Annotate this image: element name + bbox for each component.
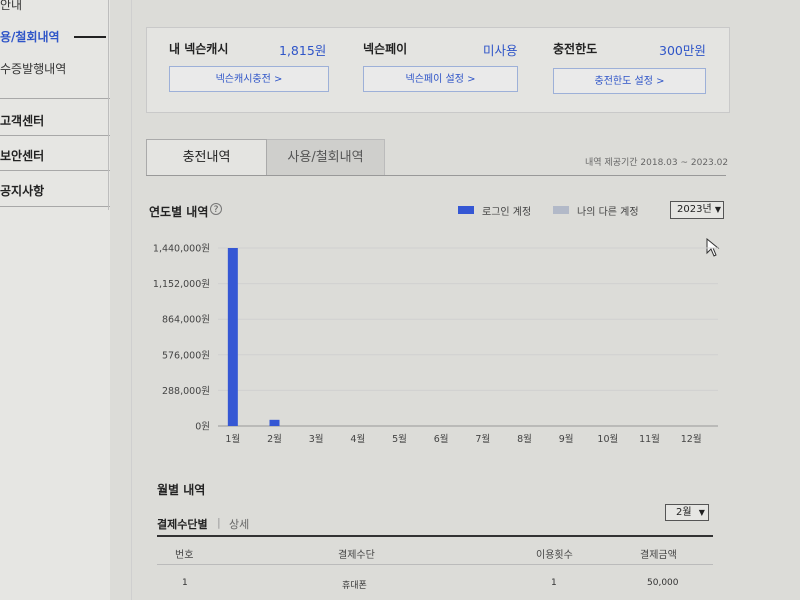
cell-count: 1 <box>551 578 557 588</box>
y-tick-label: 1,440,000원 <box>153 244 210 255</box>
sidebar-border <box>108 0 109 210</box>
sidebar-item-usage-history[interactable]: 용/철회내역 <box>0 28 60 45</box>
sidebar-item-guide[interactable]: 안내 <box>0 0 22 13</box>
content-border <box>131 0 132 600</box>
x-tick-label: 10월 <box>597 433 618 445</box>
limit-label: 충전한도 <box>553 42 598 56</box>
tab-charge-history[interactable]: 충전내역 <box>146 139 267 175</box>
monthly-title: 월별 내역 <box>157 483 206 497</box>
bar <box>227 248 238 426</box>
sub-tab-separator: | <box>217 516 221 529</box>
table-header-divider <box>157 564 713 565</box>
sidebar-item-notice[interactable]: 공지사항 <box>0 182 44 199</box>
pay-value: 미사용 <box>483 43 518 58</box>
sidebar-divider <box>0 170 110 171</box>
sidebar-divider <box>0 135 110 136</box>
y-tick-label: 576,000원 <box>162 350 210 361</box>
col-header-count: 이용횟수 <box>536 550 573 561</box>
x-tick-label: 2월 <box>267 433 282 445</box>
y-tick-label: 0원 <box>195 422 210 433</box>
y-tick-label: 864,000원 <box>162 315 210 326</box>
x-tick-label: 9월 <box>559 433 574 445</box>
active-indicator <box>74 36 106 38</box>
cash-summary-panel: 내 넥슨캐시 1,815원 넥슨캐시충전 > 넥슨페이 미사용 넥슨페이 설정 … <box>146 27 730 113</box>
limit-settings-button[interactable]: 충전한도 설정 > <box>553 68 706 94</box>
question-circle-icon[interactable]: ? <box>210 203 222 215</box>
chart-title: 연도별 내역 <box>149 205 209 219</box>
x-tick-label: 11월 <box>639 433 660 445</box>
y-tick-label: 288,000원 <box>162 386 210 397</box>
cash-value: 1,815원 <box>279 43 327 58</box>
year-select-value: 2023년 <box>677 204 712 215</box>
x-tick-label: 1월 <box>225 433 240 445</box>
month-select[interactable]: 2월 ▼ <box>665 504 709 521</box>
x-tick-label: 3월 <box>309 433 324 445</box>
pay-settings-button[interactable]: 넥슨페이 설정 > <box>363 66 518 92</box>
x-tick-label: 12월 <box>681 433 702 445</box>
x-tick-label: 7월 <box>475 433 490 445</box>
legend-swatch-other <box>553 206 569 214</box>
sidebar-divider <box>0 206 110 207</box>
sidebar-item-security-center[interactable]: 보안센터 <box>0 147 44 164</box>
chevron-down-icon: ▼ <box>698 508 705 517</box>
tab-by-payment-method[interactable]: 결제수단별 <box>157 516 208 532</box>
cell-payment-method: 휴대폰 <box>342 581 367 591</box>
cell-number: 1 <box>182 578 188 588</box>
x-tick-label: 5월 <box>392 433 407 445</box>
limit-value: 300만원 <box>659 43 706 58</box>
legend-swatch-login <box>458 206 474 214</box>
col-header-payment-method: 결제수단 <box>338 550 375 561</box>
tab-usage-history[interactable]: 사용/철회내역 <box>267 139 385 175</box>
bar <box>269 419 280 426</box>
cash-label: 내 넥슨캐시 <box>169 42 229 56</box>
year-select[interactable]: 2023년 ▼ <box>670 201 724 219</box>
tab-detail[interactable]: 상세 <box>229 516 249 532</box>
tab-underline <box>146 175 726 176</box>
x-tick-label: 6월 <box>434 433 449 445</box>
x-tick-label: 4월 <box>350 433 365 445</box>
month-select-value: 2월 <box>676 507 692 518</box>
sidebar-item-customer-center[interactable]: 고객센터 <box>0 112 44 129</box>
sidebar-item-receipt[interactable]: 수증발행내역 <box>0 60 66 77</box>
cash-charge-button[interactable]: 넥슨캐시충전 > <box>169 66 329 92</box>
table-top-border <box>157 535 713 537</box>
chevron-down-icon: ▼ <box>714 205 721 214</box>
period-text: 내역 제공기간 2018.03 ~ 2023.02 <box>585 158 729 168</box>
col-header-number: 번호 <box>175 550 194 561</box>
legend-label-login: 로그인 계정 <box>482 207 532 218</box>
cell-amount: 50,000 <box>647 578 679 588</box>
col-header-amount: 결제금액 <box>640 550 677 561</box>
x-tick-label: 8월 <box>517 433 532 445</box>
sidebar-divider <box>0 98 110 99</box>
legend-label-other: 나의 다른 계정 <box>577 207 639 218</box>
monthly-bar-chart: 0원 288,000원 576,000원 864,000원 1,152,000원 1,44… <box>153 244 718 445</box>
sidebar: 안내 용/철회내역 수증발행내역 고객센터 보안센터 공지사항 <box>0 0 110 600</box>
y-tick-label: 1,152,000원 <box>153 279 210 290</box>
pay-label: 넥슨페이 <box>363 42 408 56</box>
